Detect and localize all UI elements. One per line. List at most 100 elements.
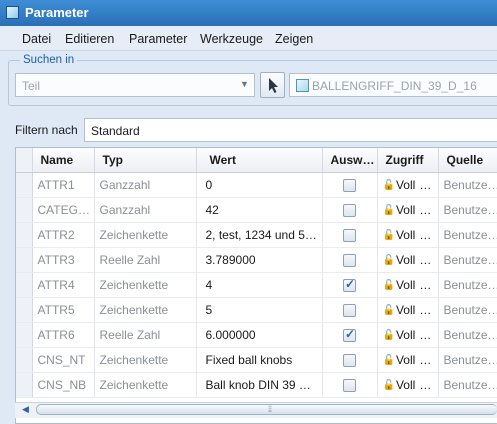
cell-quelle: Benutze…	[438, 272, 497, 298]
access-more-indicator[interactable]: …	[419, 203, 431, 217]
selection-checkbox[interactable]	[343, 203, 356, 217]
cell-wert: 0	[196, 172, 323, 198]
table-row[interactable]: ATTR4Zeichenkette4🔓Voll…Benutze…	[16, 272, 497, 298]
access-label: Voll	[395, 252, 416, 267]
cell-auswahl	[322, 247, 378, 273]
cell-typ: Reelle Zahl	[94, 247, 197, 273]
selection-checkbox[interactable]	[343, 277, 356, 292]
cell-wert: Fixed ball knobs	[196, 347, 323, 373]
cell-wert: Ball knob DIN 39 …	[196, 372, 323, 398]
access-more-indicator[interactable]: …	[419, 303, 431, 317]
selection-checkbox[interactable]	[343, 253, 356, 267]
table-row[interactable]: CNS_NT Zeichenkette Fixed ball knobs 🔓Voll……	[16, 347, 497, 373]
pick-object-button[interactable]	[260, 72, 285, 98]
window-icon	[6, 6, 19, 19]
cell-name: CNS_NB	[32, 372, 95, 398]
cell-name: CNS_NT	[32, 347, 95, 373]
access-label: Voll	[395, 327, 416, 342]
table-body: ATTR1 Ganzzahl 0 🔓Voll… Benutze… CATEG… Ganzza…	[16, 172, 497, 398]
row-header[interactable]	[16, 322, 33, 348]
menu-werkzeuge[interactable]: Werkzeuge	[200, 32, 263, 46]
row-header[interactable]	[16, 222, 33, 248]
cell-zugriff: 🔓Voll…	[377, 347, 439, 373]
cell-name: ATTR3	[32, 247, 95, 273]
column-header-auswahl[interactable]: Ausw…	[322, 148, 378, 173]
table-row[interactable]: CATEG… Ganzzahl 42 🔓Voll… Benutze…	[16, 197, 497, 223]
selection-checkbox[interactable]	[343, 353, 356, 367]
cell-wert: 5	[196, 297, 323, 323]
table-row[interactable]: ATTR6Reelle Zahl6.000000🔓Voll…Benutze…	[16, 322, 497, 348]
title-bar[interactable]: Parameter	[0, 0, 497, 26]
cell-zugriff: 🔓Voll…	[377, 272, 439, 298]
scroll-left-arrow-icon[interactable]: ◀	[22, 404, 29, 415]
access-more-indicator[interactable]: …	[419, 328, 431, 342]
access-more-indicator[interactable]: …	[419, 253, 431, 267]
cell-wert: 3.789000	[196, 247, 323, 273]
access-more-indicator[interactable]: …	[419, 178, 431, 192]
menu-datei[interactable]: Datei	[22, 32, 51, 46]
table-row[interactable]: ATTR5 Zeichenkette 5 🔓Voll… Benutze…	[16, 297, 497, 323]
access-more-indicator[interactable]: …	[419, 353, 431, 367]
menu-bar: Datei Editieren Parameter Werkzeuge Zeig…	[0, 26, 497, 51]
menu-zeigen[interactable]: Zeigen	[275, 32, 313, 46]
cell-name: ATTR2	[32, 222, 95, 248]
table-row[interactable]: ATTR1 Ganzzahl 0 🔓Voll… Benutze…	[16, 172, 497, 198]
object-field[interactable]: BALLENGRIFF_DIN_39_D_16	[289, 73, 497, 97]
access-lock-icon: 🔓	[382, 329, 395, 341]
column-header-wert[interactable]: Wert	[196, 148, 323, 173]
table-row[interactable]: ATTR2 Zeichenkette 2, test, 1234 und 5… 🔓Vo…	[16, 222, 497, 248]
access-lock-icon: 🔓	[382, 304, 395, 316]
window-title: Parameter	[25, 5, 89, 20]
column-header-typ[interactable]: Typ	[94, 148, 197, 173]
menu-editieren[interactable]: Editieren	[65, 32, 114, 46]
cell-wert: 6.000000	[196, 322, 323, 348]
row-header[interactable]	[16, 297, 33, 323]
cell-zugriff: 🔓Voll…	[377, 172, 439, 198]
cell-name: ATTR6	[32, 322, 95, 348]
table-row[interactable]: CNS_NB Zeichenkette Ball knob DIN 39 … 🔓Vol…	[16, 372, 497, 398]
row-header[interactable]	[16, 347, 33, 373]
access-label: Voll	[395, 352, 416, 367]
menu-parameter[interactable]: Parameter	[129, 32, 187, 46]
cell-auswahl	[322, 347, 378, 373]
chevron-down-icon: ▼	[240, 79, 249, 89]
cell-quelle: Benutze…	[438, 197, 497, 223]
selection-checkbox[interactable]	[343, 178, 356, 192]
selection-checkbox[interactable]	[343, 303, 356, 317]
row-header[interactable]	[16, 172, 33, 198]
cell-auswahl	[322, 222, 378, 248]
filter-select[interactable]: Standard	[84, 118, 497, 142]
cell-name: ATTR5	[32, 297, 95, 323]
cell-auswahl	[322, 322, 378, 348]
selection-checkbox[interactable]	[343, 378, 356, 392]
access-lock-icon: 🔓	[382, 179, 395, 191]
selection-checkbox[interactable]	[343, 228, 356, 242]
search-scope-select[interactable]: Teil ▼	[15, 73, 255, 97]
column-header-zugriff[interactable]: Zugriff	[377, 148, 439, 173]
cell-auswahl	[322, 297, 378, 323]
access-more-indicator[interactable]: …	[419, 378, 431, 392]
access-lock-icon: 🔓	[382, 279, 395, 291]
row-header[interactable]	[16, 272, 33, 298]
access-more-indicator[interactable]: …	[419, 228, 431, 242]
cell-wert: 2, test, 1234 und 5…	[196, 222, 323, 248]
scrollbar-thumb[interactable]	[36, 404, 497, 415]
access-label: Voll	[395, 177, 416, 192]
row-header[interactable]	[16, 197, 33, 223]
cell-auswahl	[322, 197, 378, 223]
cell-quelle: Benutze…	[438, 222, 497, 248]
access-label: Voll	[395, 377, 416, 392]
cell-auswahl	[322, 372, 378, 398]
cell-wert: 42	[196, 197, 323, 223]
cell-typ: Ganzzahl	[94, 197, 197, 223]
access-more-indicator[interactable]: …	[419, 278, 431, 292]
column-header-name[interactable]: Name	[32, 148, 95, 173]
cell-zugriff: 🔓Voll…	[377, 247, 439, 273]
access-label: Voll	[395, 202, 416, 217]
row-header[interactable]	[16, 247, 33, 273]
selection-checkbox[interactable]	[343, 327, 356, 342]
column-header-quelle[interactable]: Quelle	[438, 148, 497, 173]
table-row[interactable]: ATTR3 Reelle Zahl 3.789000 🔓Voll… Benutze…	[16, 247, 497, 273]
cell-typ: Zeichenkette	[94, 297, 197, 323]
row-header[interactable]	[16, 372, 33, 398]
